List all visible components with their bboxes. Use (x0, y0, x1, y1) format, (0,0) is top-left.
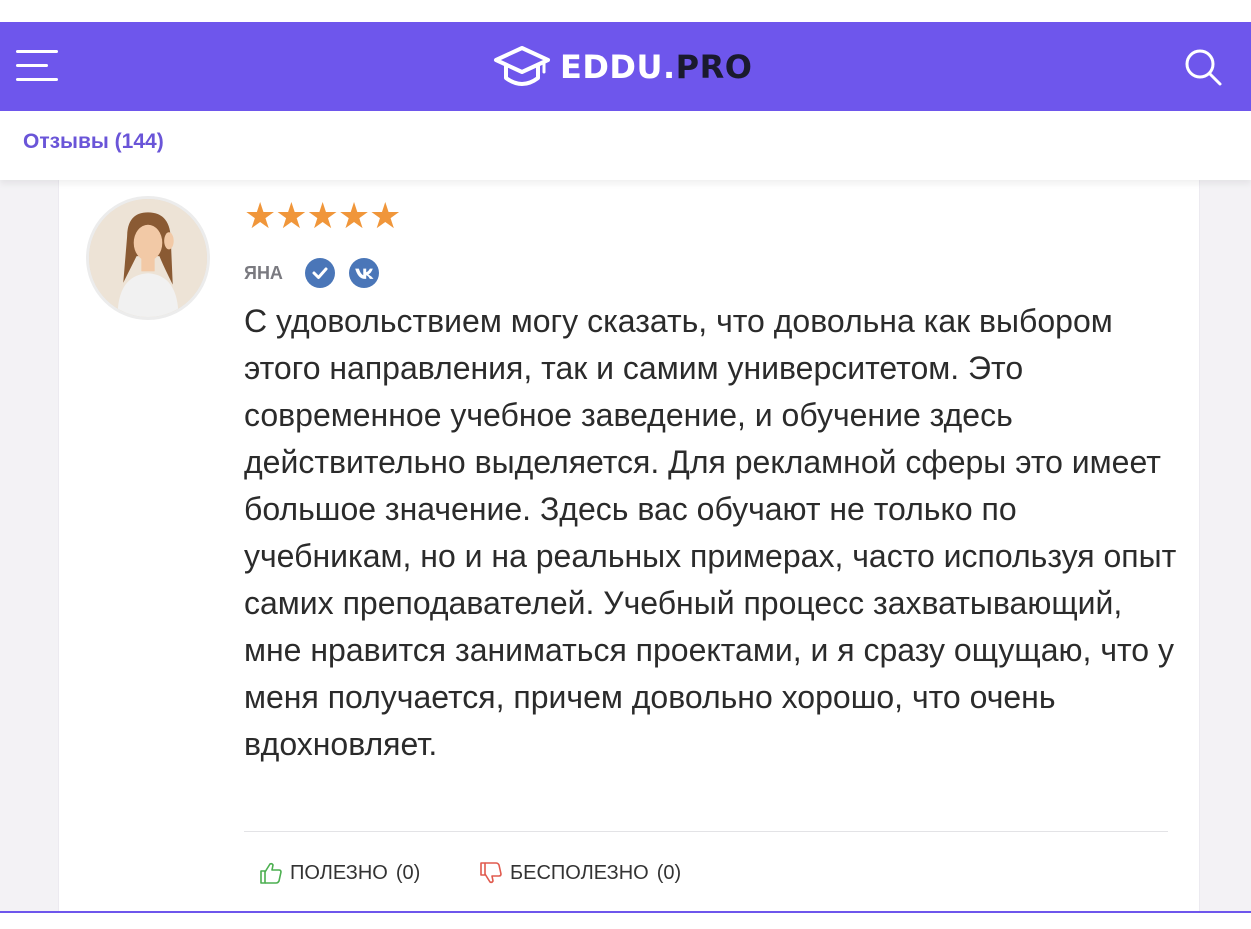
verified-check-icon (304, 258, 335, 288)
bottom-area (0, 913, 1251, 929)
hamburger-menu-icon[interactable] (16, 50, 58, 84)
reviews-tab[interactable]: Отзывы (144) (23, 130, 164, 154)
status-bar-area (0, 0, 1251, 22)
useless-button[interactable]: БЕСПОЛЕЗНО (0) (478, 858, 681, 888)
thumbs-up-icon (260, 862, 282, 884)
useful-count: (0) (395, 861, 421, 884)
rating-stars: ★★★★★ (244, 195, 401, 236)
vk-icon[interactable] (348, 258, 379, 288)
useful-label: ПОЛЕЗНО (290, 861, 388, 884)
review-text: С удовольствием могу сказать, что доволь… (244, 303, 1177, 762)
search-icon[interactable] (1182, 46, 1224, 88)
site-logo[interactable]: EDDU.PRO (492, 42, 752, 92)
site-header: EDDU.PRO (0, 22, 1251, 111)
avatar (86, 196, 210, 320)
thumbs-down-icon (480, 862, 502, 884)
author-name: ЯНА (244, 262, 283, 283)
useless-label: БЕСПОЛЕЗНО (510, 861, 649, 884)
divider (244, 831, 1168, 832)
useless-count: (0) (656, 861, 682, 884)
graduation-cap-icon (494, 46, 550, 86)
sub-navigation: Отзывы (144) (0, 111, 1251, 180)
useful-button[interactable]: ПОЛЕЗНО (0) (258, 858, 420, 888)
logo-text: EDDU.PRO (560, 48, 753, 86)
author-row: ЯНА (244, 256, 393, 290)
